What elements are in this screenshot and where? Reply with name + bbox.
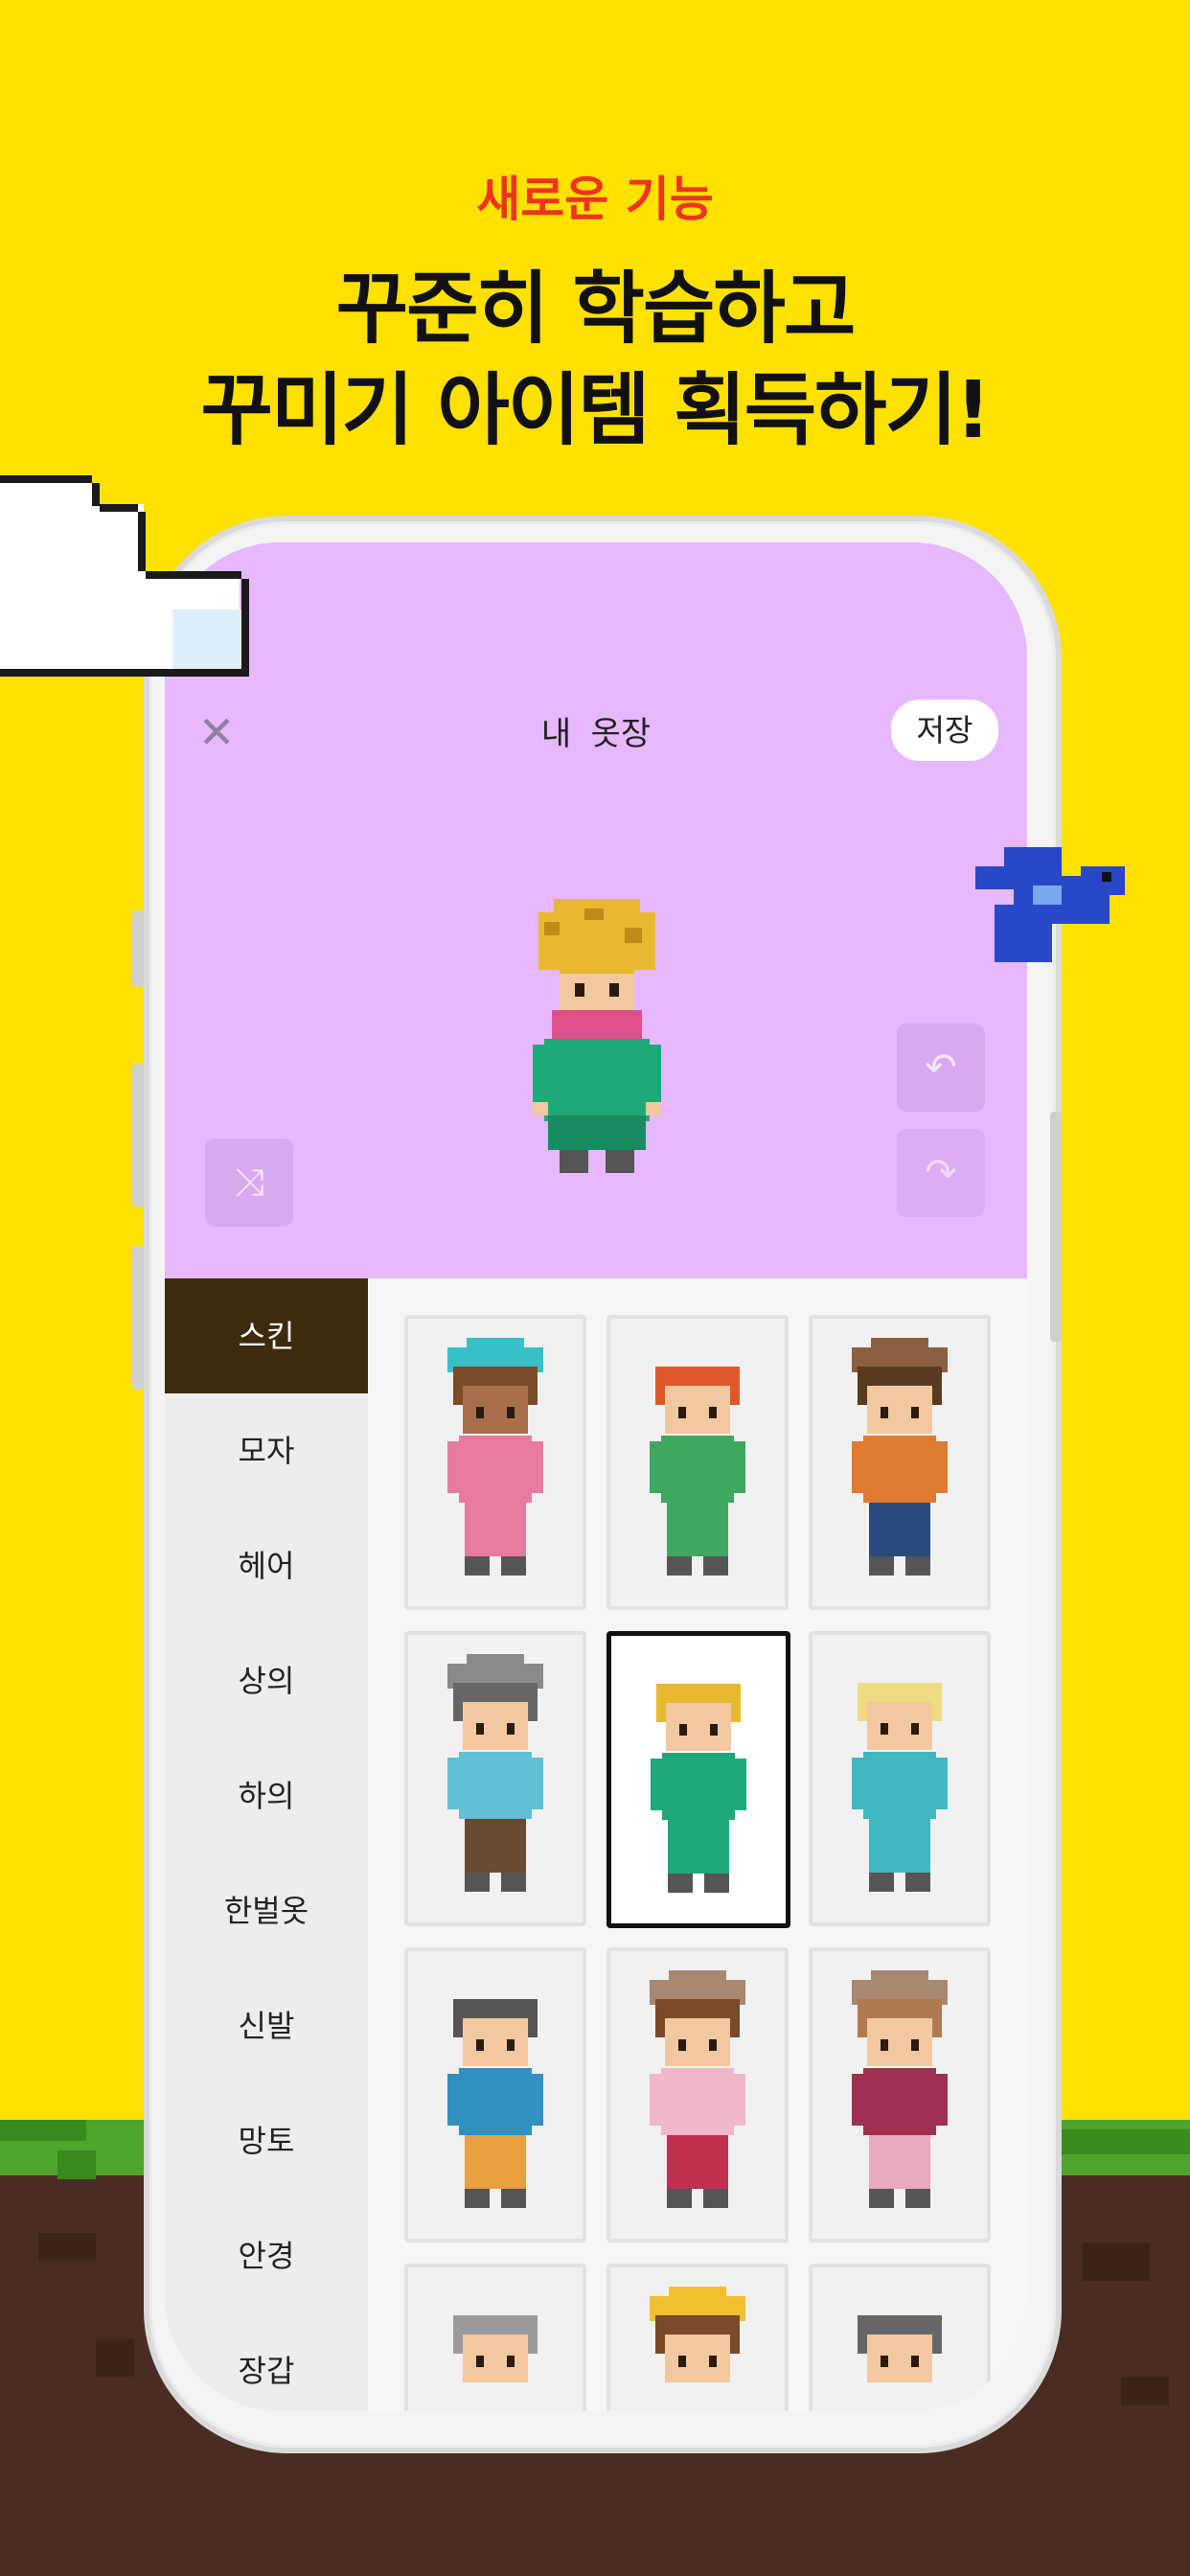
character-sprite — [447, 2315, 543, 2411]
skin-item[interactable] — [606, 1315, 789, 1610]
phone-side-button — [132, 1064, 144, 1208]
skin-item[interactable] — [606, 1947, 789, 2242]
skin-item-selected[interactable] — [606, 1631, 790, 1928]
character-sprite — [852, 1338, 948, 1576]
soil-speck — [1083, 2242, 1150, 2281]
pixel-cloud-decoration — [0, 475, 249, 677]
skin-item-grid — [368, 1278, 1027, 2411]
category-item[interactable]: 모자 — [165, 1393, 368, 1508]
shuffle-icon[interactable]: ⤨ — [205, 1138, 293, 1227]
category-item[interactable]: 상의 — [165, 1623, 368, 1738]
category-item[interactable]: 헤어 — [165, 1508, 368, 1623]
headline-line-1: 꾸준히 학습하고 — [335, 264, 857, 355]
skin-item[interactable] — [809, 1631, 991, 1926]
redo-icon[interactable]: ↷ — [897, 1129, 985, 1217]
skin-item[interactable] — [404, 1947, 586, 2242]
undo-icon[interactable]: ↶ — [897, 1024, 985, 1112]
skin-item[interactable] — [809, 2264, 991, 2411]
character-sprite — [447, 1338, 543, 1576]
category-item[interactable]: 하의 — [165, 1738, 368, 1853]
character-sprite — [447, 1999, 543, 2208]
character-sprite — [447, 1654, 543, 1892]
headline-line-2: 꾸미기 아이템 획득하기! — [200, 365, 992, 456]
new-feature-label: 새로운 기능 — [476, 172, 714, 227]
grass-tuft — [57, 2150, 96, 2179]
skin-item[interactable] — [809, 1947, 991, 2242]
app-screen: ✕ 내 옷장 저장 ⤨ ↶ ↷ 스킨 모자 헤어 상의 하의 한벌옷 신발 망토… — [165, 542, 1027, 2411]
category-item[interactable]: 신발 — [165, 1968, 368, 2083]
character-sprite — [852, 1683, 948, 1892]
character-sprite — [650, 1367, 745, 1576]
soil-speck — [96, 2338, 134, 2377]
skin-item[interactable] — [809, 1315, 991, 1610]
category-item[interactable]: 한벌옷 — [165, 1853, 368, 1968]
character-sprite — [651, 1684, 746, 1893]
grass-tuft — [0, 2120, 86, 2141]
skin-item[interactable] — [404, 2264, 586, 2411]
soil-speck — [38, 2233, 96, 2262]
skin-item[interactable] — [404, 1631, 586, 1926]
phone-side-button — [132, 910, 144, 987]
avatar-preview-stage: ✕ 내 옷장 저장 ⤨ ↶ ↷ — [165, 542, 1027, 1278]
phone-side-button — [132, 1246, 144, 1390]
save-button[interactable]: 저장 — [891, 700, 998, 761]
avatar-preview — [533, 899, 661, 1173]
character-sprite — [852, 1970, 948, 2208]
skin-item[interactable] — [606, 2264, 789, 2411]
category-item[interactable]: 망토 — [165, 2083, 368, 2198]
category-item[interactable]: 안경 — [165, 2198, 368, 2313]
character-sprite — [852, 2315, 948, 2411]
category-item[interactable]: 스킨 — [165, 1278, 368, 1393]
category-sidebar: 스킨 모자 헤어 상의 하의 한벌옷 신발 망토 안경 장갑 — [165, 1278, 368, 2411]
character-sprite — [650, 1970, 745, 2208]
character-sprite — [650, 2287, 745, 2411]
soil-speck — [1121, 2377, 1169, 2405]
headline: 꾸준히 학습하고 꾸미기 아이템 획득하기! — [0, 259, 1190, 462]
grass-tuft — [1054, 2129, 1190, 2154]
category-item[interactable]: 장갑 — [165, 2313, 368, 2411]
pixel-bird-decoration — [975, 847, 1125, 962]
skin-item[interactable] — [404, 1315, 586, 1610]
phone-power-button — [1050, 1112, 1062, 1342]
